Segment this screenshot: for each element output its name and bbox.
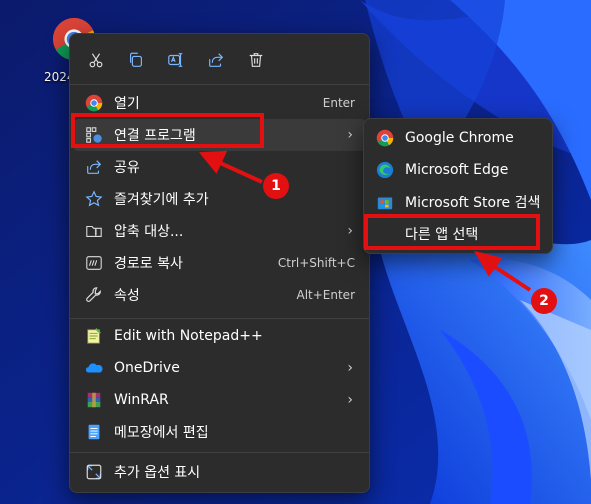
divider <box>70 84 369 85</box>
shortcut-text: Ctrl+Shift+C <box>277 256 355 270</box>
submenu-item-chrome[interactable]: Google Chrome <box>368 123 548 153</box>
menu-item-properties[interactable]: 속성 Alt+Enter <box>74 279 365 311</box>
menu-item-label: 열기 <box>114 96 140 112</box>
chrome-icon <box>84 93 104 113</box>
onedrive-icon <box>84 358 104 378</box>
shortcut-text: Alt+Enter <box>296 288 355 302</box>
share-icon <box>209 53 224 67</box>
highlight-box-choose-app <box>364 214 540 250</box>
submenu-item-label: Google Chrome <box>405 130 514 146</box>
wrench-icon <box>84 285 104 305</box>
share-icon <box>84 157 104 177</box>
edge-icon <box>376 161 394 179</box>
notepadpp-icon <box>84 326 104 346</box>
menu-item-notepadpp[interactable]: Edit with Notepad++ <box>74 320 365 352</box>
share-button[interactable] <box>196 42 236 78</box>
step-badge-2: 2 <box>531 288 557 314</box>
menu-item-label: 압축 대상... <box>114 224 184 240</box>
menu-item-compress[interactable]: 압축 대상... › <box>74 215 365 247</box>
chevron-right-icon: › <box>347 127 353 143</box>
delete-button[interactable] <box>236 42 276 78</box>
chevron-right-icon: › <box>347 360 353 376</box>
cut-button[interactable] <box>76 42 116 78</box>
chrome-icon <box>376 129 394 147</box>
submenu-item-store[interactable]: Microsoft Store 검색 <box>368 187 548 217</box>
menu-item-label: 경로로 복사 <box>114 256 183 272</box>
winrar-icon <box>84 390 104 410</box>
submenu-item-edge[interactable]: Microsoft Edge <box>368 155 548 185</box>
rename-icon <box>168 53 183 67</box>
copy-icon <box>130 52 142 67</box>
submenu-item-label: Microsoft Store 검색 <box>405 195 541 211</box>
divider <box>70 452 369 453</box>
shortcut-text: Enter <box>322 96 355 110</box>
highlight-box-open-with <box>71 113 264 148</box>
zip-folder-icon <box>84 221 104 241</box>
star-icon <box>84 189 104 209</box>
menu-item-label: 공유 <box>114 160 140 176</box>
expand-icon <box>84 462 104 482</box>
menu-item-more-options[interactable]: 추가 옵션 표시 <box>74 456 365 488</box>
context-menu: 열기 Enter 연결 프로그램 › 공유 즐겨찾기에 추가 압축 대상... … <box>69 33 370 493</box>
rename-button[interactable] <box>156 42 196 78</box>
delete-icon <box>249 53 263 67</box>
submenu-item-label: Microsoft Edge <box>405 162 509 178</box>
notepad-icon <box>84 422 104 442</box>
copy-path-icon <box>84 253 104 273</box>
menu-item-label: 추가 옵션 표시 <box>114 465 201 481</box>
quick-actions-bar <box>76 42 276 78</box>
chevron-right-icon: › <box>347 223 353 239</box>
menu-item-label: Edit with Notepad++ <box>114 328 263 344</box>
menu-item-label: WinRAR <box>114 392 169 408</box>
store-icon <box>377 197 393 210</box>
menu-item-label: 즐겨찾기에 추가 <box>114 192 209 208</box>
menu-item-share[interactable]: 공유 <box>74 151 365 183</box>
menu-item-onedrive[interactable]: OneDrive › <box>74 352 365 384</box>
menu-item-copy-path[interactable]: 경로로 복사 Ctrl+Shift+C <box>74 247 365 279</box>
cut-icon <box>89 53 103 68</box>
chevron-right-icon: › <box>347 392 353 408</box>
menu-item-label: 속성 <box>114 288 140 304</box>
menu-item-notepad[interactable]: 메모장에서 편집 <box>74 416 365 448</box>
menu-item-label: 메모장에서 편집 <box>114 425 209 441</box>
menu-item-winrar[interactable]: WinRAR › <box>74 384 365 416</box>
menu-item-add-favorites[interactable]: 즐겨찾기에 추가 <box>74 183 365 215</box>
copy-button[interactable] <box>116 42 156 78</box>
step-badge-1: 1 <box>263 173 289 199</box>
divider <box>70 318 369 319</box>
menu-item-label: OneDrive <box>114 360 180 376</box>
